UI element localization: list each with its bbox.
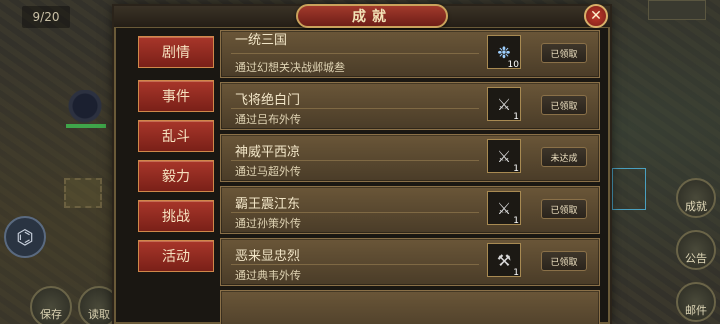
achievement-title: 恶来显忠烈	[235, 249, 301, 264]
achievement-desc: 通过孙策外传	[235, 217, 301, 230]
achievement-row	[220, 290, 600, 324]
dual-axes-icon[interactable]: ⚒ 1	[487, 243, 521, 278]
tab-perseverance[interactable]: 毅力	[138, 160, 214, 192]
achievement-row: 恶来显忠烈 通过典韦外传 ⚒ 1 已领取	[220, 238, 600, 286]
item-count: 1	[513, 268, 519, 278]
achievement-desc: 通过马超外传	[235, 165, 301, 178]
map-tile-marker[interactable]	[64, 178, 102, 208]
map-selection-rect	[612, 168, 646, 210]
save-button[interactable]: 保存	[30, 286, 72, 324]
item-count: 1	[513, 216, 519, 226]
achievement-list[interactable]: 一统三国 通过幻想关决战邺城叁 ❉ 10 已领取 飞将绝白门 通过吕布外传 ⚔ …	[218, 28, 602, 324]
achievement-title: 一统三国	[235, 33, 288, 48]
top-right-ornament	[648, 0, 706, 20]
tab-story[interactable]: 剧情	[138, 36, 214, 68]
halberd-icon[interactable]: ⚔ 1	[487, 87, 521, 122]
achievement-row: 一统三国 通过幻想关决战邺城叁 ❉ 10 已领取	[220, 30, 600, 78]
claim-status-button[interactable]: 已领取	[541, 43, 587, 63]
row-divider	[231, 264, 479, 265]
tab-challenge[interactable]: 挑战	[138, 200, 214, 232]
item-count: 10	[507, 60, 519, 70]
item-count: 1	[513, 112, 519, 122]
gift-box-icon[interactable]: ⌬	[4, 216, 46, 258]
map-unit-sprite[interactable]	[60, 90, 110, 130]
tab-events[interactable]: 事件	[138, 80, 214, 112]
achievement-title: 霸王震江东	[235, 197, 301, 212]
achievement-row: 神威平西凉 通过马超外传 ⚔ 1 未达成	[220, 134, 600, 182]
stage-counter: 9/20	[22, 6, 70, 28]
item-count: 1	[513, 164, 519, 174]
row-divider	[231, 160, 479, 161]
close-button[interactable]: ✕	[584, 4, 608, 28]
spear-icon[interactable]: ⚔ 1	[487, 139, 521, 174]
crystal-icon[interactable]: ❉ 10	[487, 35, 521, 70]
row-divider	[231, 212, 479, 213]
achievement-row: 飞将绝白门 通过吕布外传 ⚔ 1 已领取	[220, 82, 600, 130]
achievement-side-button[interactable]: 成就	[676, 178, 716, 218]
panel-title: 成就	[296, 4, 448, 28]
claim-status-button[interactable]: 已领取	[541, 95, 587, 115]
spear-icon[interactable]: ⚔ 1	[487, 191, 521, 226]
achievement-title: 飞将绝白门	[235, 93, 301, 108]
achievement-desc: 通过幻想关决战邺城叁	[235, 61, 345, 74]
claim-status-button[interactable]: 已领取	[541, 251, 587, 271]
mail-side-button[interactable]: 邮件	[676, 282, 716, 322]
row-divider	[231, 108, 479, 109]
claim-status-button[interactable]: 已领取	[541, 199, 587, 219]
tab-melee[interactable]: 乱斗	[138, 120, 214, 152]
achievement-row: 霸王震江东 通过孙策外传 ⚔ 1 已领取	[220, 186, 600, 234]
achievement-title: 神威平西凉	[235, 145, 301, 160]
achievement-desc: 通过吕布外传	[235, 113, 301, 126]
tab-activity[interactable]: 活动	[138, 240, 214, 272]
announcement-side-button[interactable]: 公告	[676, 230, 716, 270]
claim-status-button[interactable]: 未达成	[541, 147, 587, 167]
achievement-desc: 通过典韦外传	[235, 269, 301, 282]
row-divider	[231, 53, 479, 54]
close-icon: ✕	[590, 8, 602, 24]
